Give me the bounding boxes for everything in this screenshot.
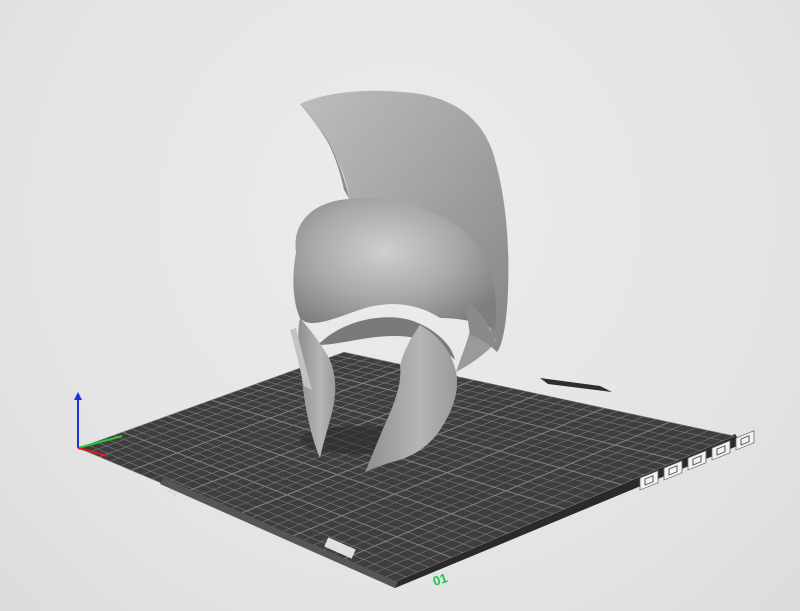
3d-viewport[interactable]: 01 PS [0, 0, 800, 611]
bed-front-label: 01 [431, 570, 449, 589]
delete-icon[interactable] [735, 430, 755, 451]
z-axis-arrow [74, 392, 82, 400]
scene-canvas[interactable]: 01 PS [0, 0, 800, 611]
